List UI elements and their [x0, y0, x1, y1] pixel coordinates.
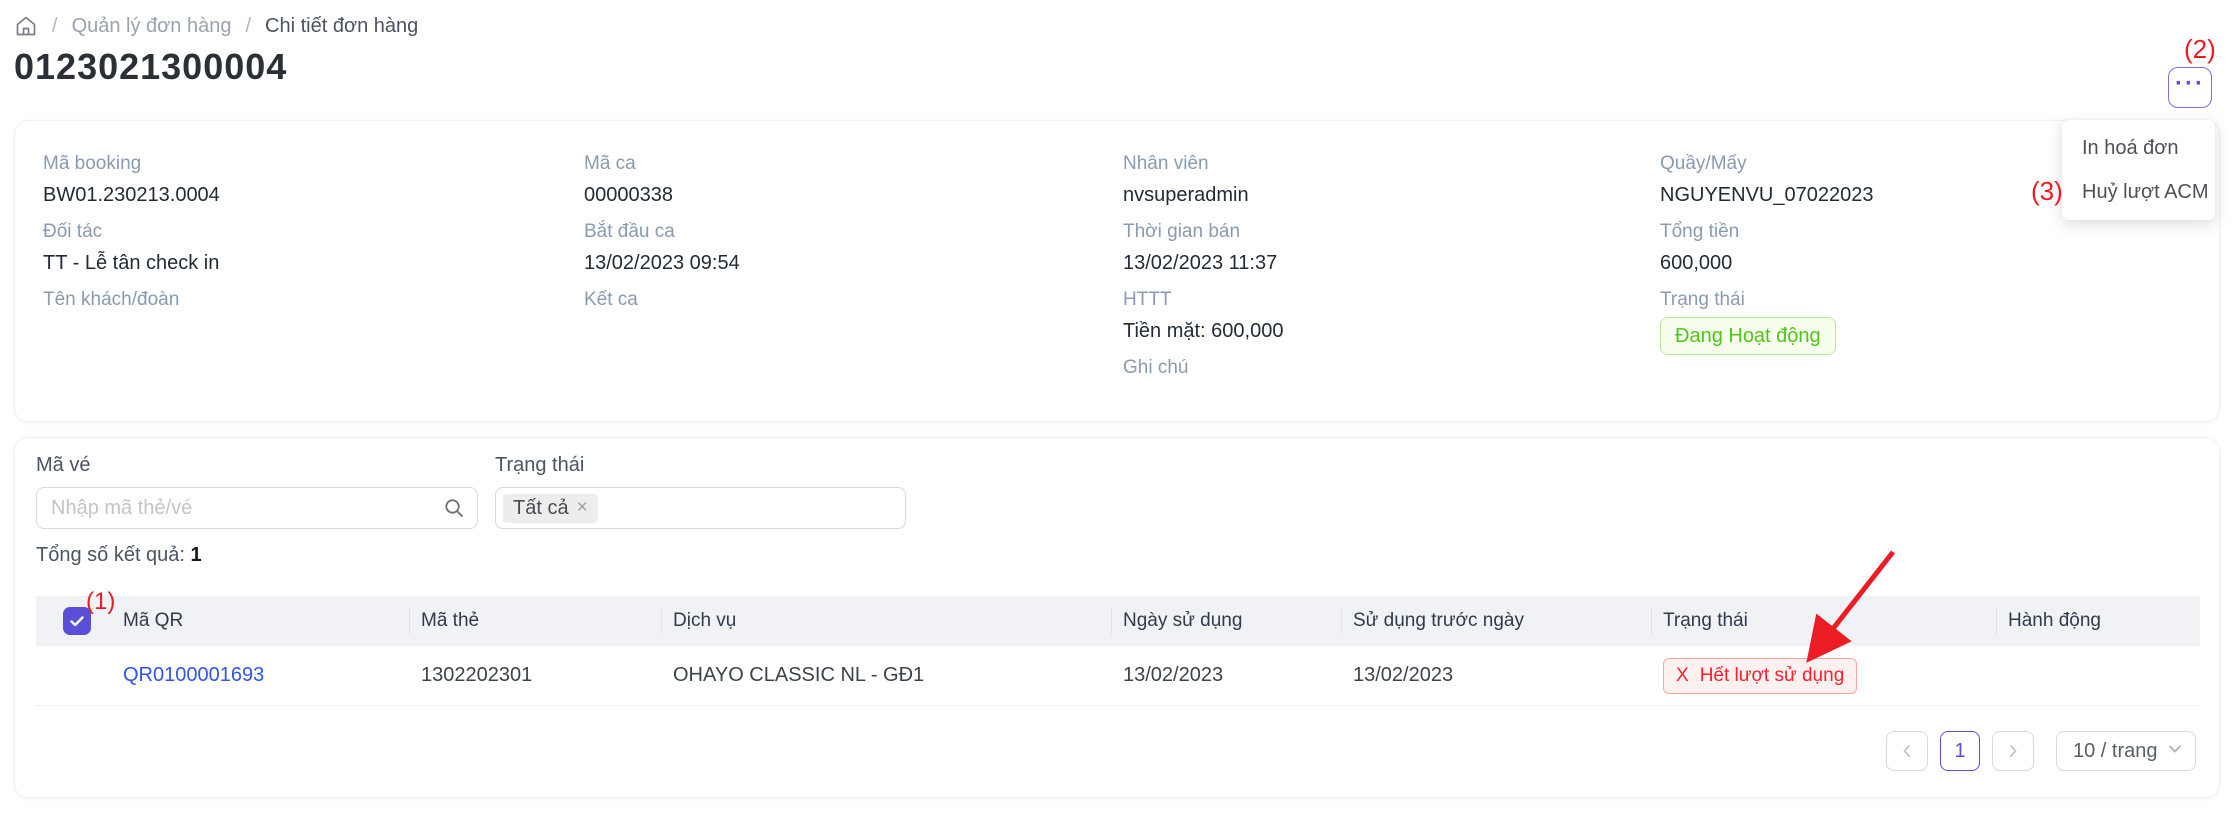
- field-total-amount: Tổng tiền 600,000: [1660, 219, 1873, 277]
- home-icon[interactable]: [14, 14, 38, 38]
- field-order-status: Trạng thái Đang Hoạt động: [1660, 287, 1873, 355]
- page-title: 0123021300004: [14, 46, 287, 88]
- table-header-row: Mã QR Mã thẻ Dịch vụ Ngày sử dụng Sử dụn…: [36, 596, 2200, 646]
- order-detail-page: / Quản lý đơn hàng / Chi tiết đơn hàng 0…: [0, 0, 2235, 840]
- status-badge-active: Đang Hoạt động: [1660, 317, 1836, 355]
- order-info-column-1: Mã booking BW01.230213.0004 Đối tác TT -…: [43, 151, 220, 355]
- header-action: Hành động: [1996, 596, 2200, 646]
- annotation-3: (3): [2031, 176, 2063, 207]
- header-status: Trạng thái: [1651, 596, 1996, 646]
- header-use-date: Ngày sử dụng: [1111, 596, 1341, 646]
- pagination-next-button[interactable]: [1992, 731, 2034, 771]
- field-note: Ghi chú: [1123, 355, 1283, 413]
- order-info-card: Mã booking BW01.230213.0004 Đối tác TT -…: [14, 120, 2220, 422]
- header-use-before-date: Sử dụng trước ngày: [1341, 596, 1651, 646]
- more-actions-menu: In hoá đơn Huỷ lượt ACM: [2062, 120, 2215, 220]
- status-filter-label: Trạng thái: [495, 454, 906, 477]
- row-select-cell: [36, 646, 111, 705]
- field-shift-code: Mã ca 00000338: [584, 151, 740, 209]
- cell-use-before-date: 13/02/2023: [1341, 646, 1651, 705]
- menu-item-print-invoice[interactable]: In hoá đơn: [2062, 126, 2215, 170]
- field-guest-name: Tên khách/đoàn: [43, 287, 220, 345]
- cell-service: OHAYO CLASSIC NL - GĐ1: [661, 646, 1111, 705]
- header-card-code: Mã thẻ: [409, 596, 661, 646]
- x-mark-icon: X: [1676, 663, 1689, 689]
- breadcrumb-separator: /: [52, 15, 58, 38]
- page-size-select[interactable]: 10 / trang: [2056, 731, 2196, 771]
- filters: Mã vé Trạng thái Tất cả ×: [36, 454, 906, 529]
- pagination-prev-button[interactable]: [1886, 731, 1928, 771]
- order-info-column-3: Nhân viên nvsuperadmin Thời gian bán 13/…: [1123, 151, 1283, 423]
- annotation-2: (2): [2184, 34, 2216, 65]
- pagination: 1 10 / trang: [1886, 731, 2196, 771]
- annotation-1: (1): [86, 588, 115, 616]
- breadcrumb: / Quản lý đơn hàng / Chi tiết đơn hàng: [14, 14, 418, 38]
- field-booking-code: Mã booking BW01.230213.0004: [43, 151, 220, 209]
- tickets-table: Mã QR Mã thẻ Dịch vụ Ngày sử dụng Sử dụn…: [36, 596, 2200, 706]
- order-info-column-2: Mã ca 00000338 Bắt đầu ca 13/02/2023 09:…: [584, 151, 740, 355]
- chevron-left-icon: [1900, 744, 1914, 758]
- breadcrumb-order-management[interactable]: Quản lý đơn hàng: [72, 15, 232, 38]
- cell-card-code: 1302202301: [409, 646, 661, 705]
- ticket-code-input[interactable]: [36, 487, 478, 529]
- status-select[interactable]: Tất cả ×: [495, 487, 906, 529]
- field-partner: Đối tác TT - Lễ tân check in: [43, 219, 220, 277]
- tag-close-icon[interactable]: ×: [577, 498, 588, 518]
- status-tag-all: Tất cả ×: [503, 494, 598, 523]
- order-info-column-4: Quầy/Mấy NGUYENVU_07022023 Tổng tiền 600…: [1660, 151, 1873, 365]
- more-actions-button[interactable]: ···: [2168, 67, 2212, 108]
- menu-item-cancel-acm[interactable]: Huỷ lượt ACM: [2062, 170, 2215, 214]
- header-service: Dịch vụ: [661, 596, 1111, 646]
- ticket-list-card: Mã vé Trạng thái Tất cả ×: [14, 437, 2220, 798]
- field-staff: Nhân viên nvsuperadmin: [1123, 151, 1283, 209]
- ellipsis-icon: ···: [2175, 79, 2205, 89]
- breadcrumb-separator: /: [245, 15, 251, 38]
- field-shift-start: Bắt đầu ca 13/02/2023 09:54: [584, 219, 740, 277]
- breadcrumb-order-detail: Chi tiết đơn hàng: [265, 15, 418, 38]
- table-row: QR0100001693 1302202301 OHAYO CLASSIC NL…: [36, 646, 2200, 706]
- field-counter-machine: Quầy/Mấy NGUYENVU_07022023: [1660, 151, 1873, 209]
- ticket-code-label: Mã vé: [36, 454, 478, 477]
- header-qr-code: Mã QR: [111, 596, 409, 646]
- pagination-page-1[interactable]: 1: [1940, 731, 1980, 771]
- qr-code-link[interactable]: QR0100001693: [123, 664, 264, 687]
- results-count: Tổng số kết quả: 1: [36, 544, 202, 567]
- search-icon[interactable]: [442, 496, 466, 520]
- chevron-down-icon: [2167, 740, 2183, 763]
- field-sale-time: Thời gian bán 13/02/2023 11:37: [1123, 219, 1283, 277]
- status-badge-expired: X Hết lượt sử dụng: [1663, 658, 1857, 694]
- field-payment-method: HTTT Tiền mặt: 600,000: [1123, 287, 1283, 345]
- cell-use-date: 13/02/2023: [1111, 646, 1341, 705]
- filter-status: Trạng thái Tất cả ×: [495, 454, 906, 529]
- filter-ticket-code: Mã vé: [36, 454, 478, 529]
- results-count-value: 1: [191, 544, 202, 566]
- cell-action: [1996, 646, 2200, 705]
- field-shift-end: Kết ca: [584, 287, 740, 345]
- chevron-right-icon: [2006, 744, 2020, 758]
